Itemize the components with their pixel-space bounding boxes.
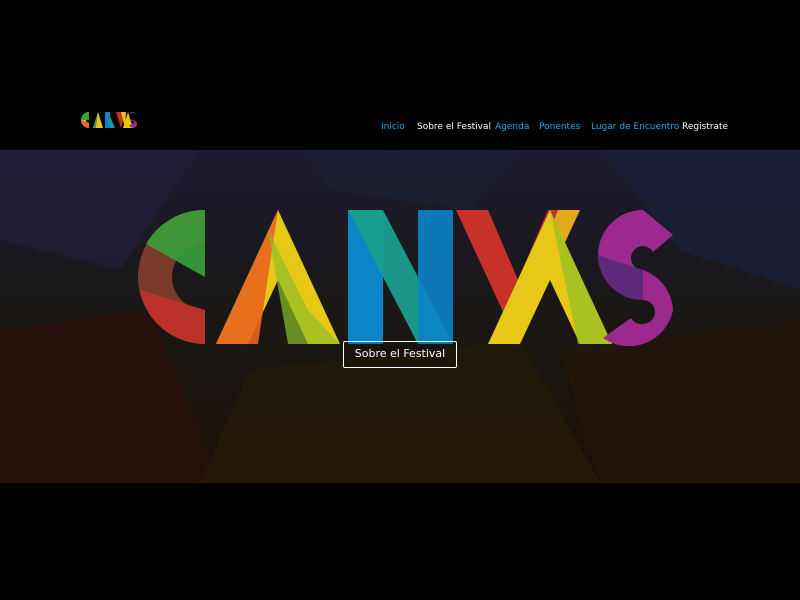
nav-item-registrate[interactable]: Registrate: [682, 119, 728, 135]
sobre-el-festival-button[interactable]: Sobre el Festival: [343, 341, 457, 368]
page: Inicio Sobre el Festival Agenda Ponentes…: [0, 0, 800, 600]
nav-item-agenda[interactable]: Agenda: [495, 119, 529, 135]
canvas-hero-logo: [138, 210, 673, 346]
hero-banner: Sobre el Festival: [0, 150, 800, 483]
nav-item-inicio[interactable]: Inicio: [381, 119, 405, 135]
nav-item-lugar-de-encuentro[interactable]: Lugar de Encuentro: [591, 119, 679, 135]
nav-item-sobre-el-festival[interactable]: Sobre el Festival: [417, 119, 491, 135]
nav-item-ponentes[interactable]: Ponentes: [539, 119, 580, 135]
main-nav: Inicio Sobre el Festival Agenda Ponentes…: [0, 119, 800, 135]
